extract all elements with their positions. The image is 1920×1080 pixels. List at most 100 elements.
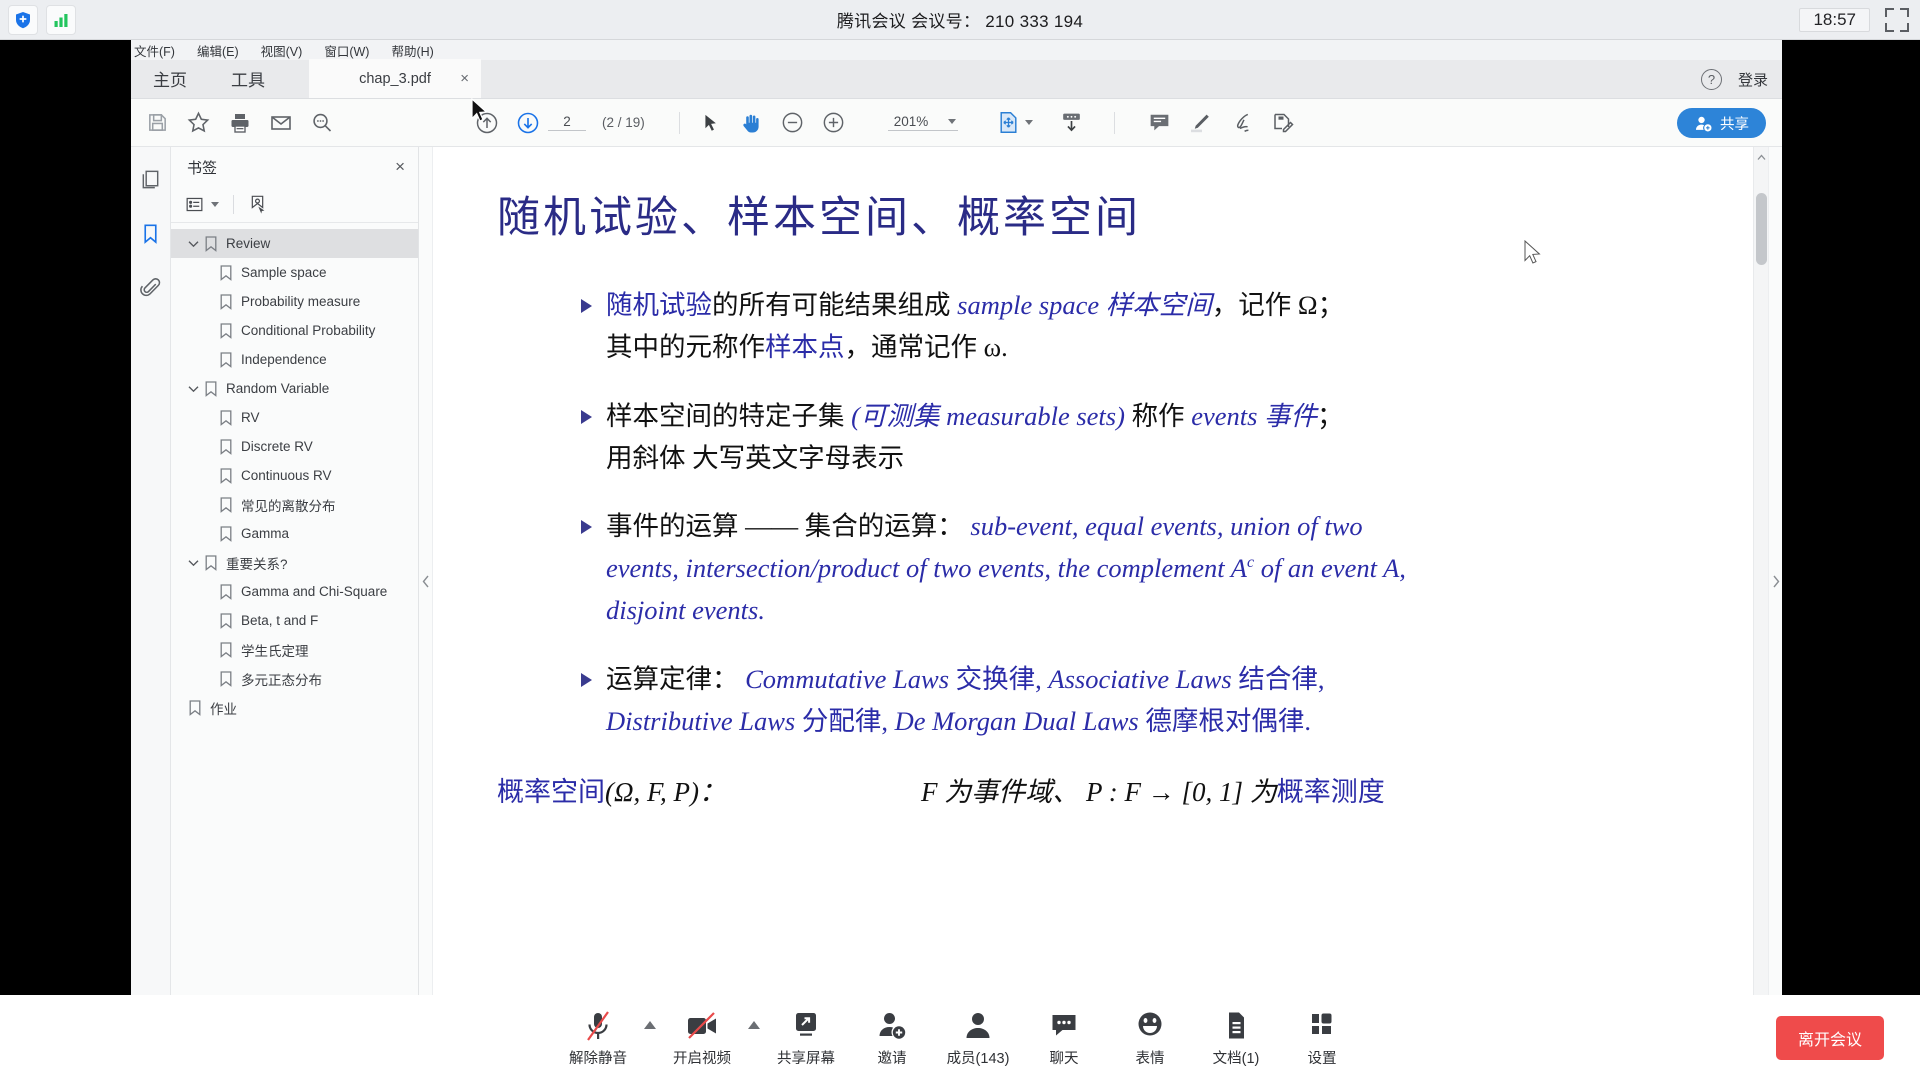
zoom-out-icon[interactable] (772, 102, 813, 143)
panel-collapse-left-icon[interactable] (419, 147, 433, 995)
hand-tool-icon[interactable] (731, 102, 772, 143)
meeting-action-label: 文档(1) (1212, 1050, 1260, 1067)
stamp-edit-icon[interactable] (1262, 102, 1303, 143)
menu-view[interactable]: 视图(V) (261, 41, 303, 60)
chevron-down-icon[interactable] (185, 385, 201, 393)
signature-icon[interactable] (1221, 102, 1262, 143)
bookmark-item[interactable]: 作业 (171, 693, 418, 722)
save-icon[interactable] (137, 102, 178, 143)
bookmark-icon[interactable] (135, 217, 167, 249)
meeting-action-emoji[interactable]: 表情 (1107, 1008, 1193, 1068)
bookmark-item[interactable]: Continuous RV (171, 461, 418, 490)
meeting-action-label: 表情 (1135, 1050, 1165, 1067)
meeting-bottom-bar: 解除静音 开启视频 共享屏幕 邀请 成员(143) 聊天 表情 文档(1) 设置 离开会议 (0, 995, 1920, 1080)
meeting-action-microphone-muted[interactable]: 解除静音 (555, 1008, 641, 1068)
chevron-down-icon[interactable] (185, 559, 201, 567)
bookmark-item[interactable]: Conditional Probability (171, 316, 418, 345)
bookmark-locate-icon[interactable] (248, 194, 267, 215)
menu-file[interactable]: 文件(F) (134, 41, 175, 60)
panel-collapse-right-icon[interactable] (1768, 147, 1782, 995)
pdf-tab-bar: 主页 工具 chap_3.pdf × ? 登录 (131, 59, 1782, 99)
bookmark-item[interactable]: 常见的离散分布 (171, 490, 418, 519)
select-arrow-icon[interactable] (690, 102, 731, 143)
bookmark-item[interactable]: Independence (171, 345, 418, 374)
menu-window[interactable]: 窗口(W) (324, 41, 369, 60)
meeting-action-members[interactable]: 成员(143) (935, 1008, 1021, 1068)
tab-home[interactable]: 主页 (131, 59, 209, 98)
bookmark-item[interactable]: 重要关系? (171, 548, 418, 577)
bookmark-icon (216, 525, 235, 542)
bookmark-item[interactable]: Probability measure (171, 287, 418, 316)
meeting-action-settings-grid[interactable]: 设置 (1279, 1008, 1365, 1068)
caret-up-icon[interactable] (641, 1020, 659, 1029)
bullet4-seg9: 德摩根对偶律. (1138, 705, 1311, 736)
bookmark-item[interactable]: Random Variable (171, 374, 418, 403)
help-icon[interactable]: ? (1700, 69, 1722, 90)
share-button[interactable]: 共享 (1677, 108, 1766, 138)
meeting-action-chat-bubble[interactable]: 聊天 (1021, 1008, 1107, 1068)
meeting-action-camera-off[interactable]: 开启视频 (659, 1008, 745, 1068)
footer-prob-space-triple: (Ω, F, P)： (605, 776, 727, 807)
pages-thumbnail-icon[interactable] (135, 163, 167, 195)
scroll-thumb[interactable] (1756, 193, 1767, 265)
pdf-body: 书签 × Review Sample space Probability measu… (131, 147, 1782, 995)
bookmark-item[interactable]: Gamma (171, 519, 418, 548)
chevron-down-icon[interactable] (185, 240, 201, 248)
bookmark-item[interactable]: 多元正态分布 (171, 664, 418, 693)
bookmark-options-icon[interactable] (185, 195, 219, 214)
attachment-icon[interactable] (135, 271, 167, 303)
bookmark-item[interactable]: Beta, t and F (171, 606, 418, 635)
bullet-text: 随机试验的所有可能结果组成 sample space 样本空间，记作 Ω； 其中… (606, 285, 1344, 369)
page-vertical-scrollbar[interactable] (1753, 147, 1768, 995)
close-icon[interactable]: × (460, 70, 469, 87)
meeting-action-invite-person[interactable]: 邀请 (849, 1008, 935, 1068)
shrink-icon[interactable] (1884, 7, 1910, 33)
page-down-icon[interactable] (507, 102, 548, 143)
leave-meeting-button[interactable]: 离开会议 (1775, 1016, 1884, 1060)
bullet-item: 运算定律： Commutative Laws 交换律, Associative … (581, 659, 1710, 743)
zoom-level-select[interactable]: 201% (887, 114, 958, 131)
caret-up-icon[interactable] (745, 1020, 763, 1029)
menu-help[interactable]: 帮助(H) (391, 41, 433, 60)
fit-page-chevron-down-icon[interactable] (1024, 120, 1033, 125)
print-icon[interactable] (219, 102, 260, 143)
tab-document-chap3[interactable]: chap_3.pdf × (309, 59, 481, 98)
bullet4-seg3: 交换律, (949, 664, 1049, 695)
bookmark-icon (216, 496, 235, 513)
page-number-input[interactable]: 2 (548, 114, 586, 131)
bookmarks-toolbar-divider (233, 195, 234, 214)
email-icon[interactable] (260, 102, 301, 143)
bookmark-item[interactable]: Review (171, 229, 418, 258)
meeting-action-share-screen[interactable]: 共享屏幕 (763, 1008, 849, 1068)
screen-root: 腾讯会议 会议号： 210 333 194 18:57 文件(F) 编辑(E) … (0, 0, 1920, 1080)
scroll-mode-icon[interactable] (1051, 102, 1092, 143)
tab-tools[interactable]: 工具 (209, 59, 287, 98)
meeting-top-right: 18:57 (1799, 0, 1910, 40)
bullet1-seg3: sample space 样本空间 (957, 290, 1212, 320)
bookmark-item-label: Gamma and Chi-Square (241, 584, 388, 599)
toolbar-annot-group (1139, 102, 1303, 143)
bookmark-icon (201, 235, 220, 252)
comment-icon[interactable] (1139, 102, 1180, 143)
zoom-level-value: 201% (893, 114, 929, 129)
bookmark-item[interactable]: Discrete RV (171, 432, 418, 461)
zoom-in-icon[interactable] (813, 102, 854, 143)
star-icon[interactable] (178, 102, 219, 143)
bookmark-item[interactable]: Gamma and Chi-Square (171, 577, 418, 606)
login-link[interactable]: 登录 (1738, 69, 1768, 90)
bullet4-seg2: Commutative Laws (745, 664, 950, 695)
bookmarks-close-icon[interactable]: × (395, 157, 405, 177)
tab-bar-right: ? 登录 (1700, 60, 1768, 99)
search-icon[interactable] (301, 102, 342, 143)
bookmark-item[interactable]: Sample space (171, 258, 418, 287)
meeting-action-document[interactable]: 文档(1) (1193, 1008, 1279, 1068)
bookmark-icon (216, 612, 235, 629)
highlight-pen-icon[interactable] (1180, 102, 1221, 143)
bookmark-item[interactable]: RV (171, 403, 418, 432)
menu-edit[interactable]: 编辑(E) (197, 41, 239, 60)
bookmark-item-label: Review (226, 236, 271, 251)
fit-page-icon[interactable] (988, 102, 1029, 143)
bookmark-item[interactable]: 学生氏定理 (171, 635, 418, 664)
bookmark-options-chevron-down-icon (211, 202, 219, 207)
scroll-up-icon[interactable] (1754, 149, 1768, 165)
